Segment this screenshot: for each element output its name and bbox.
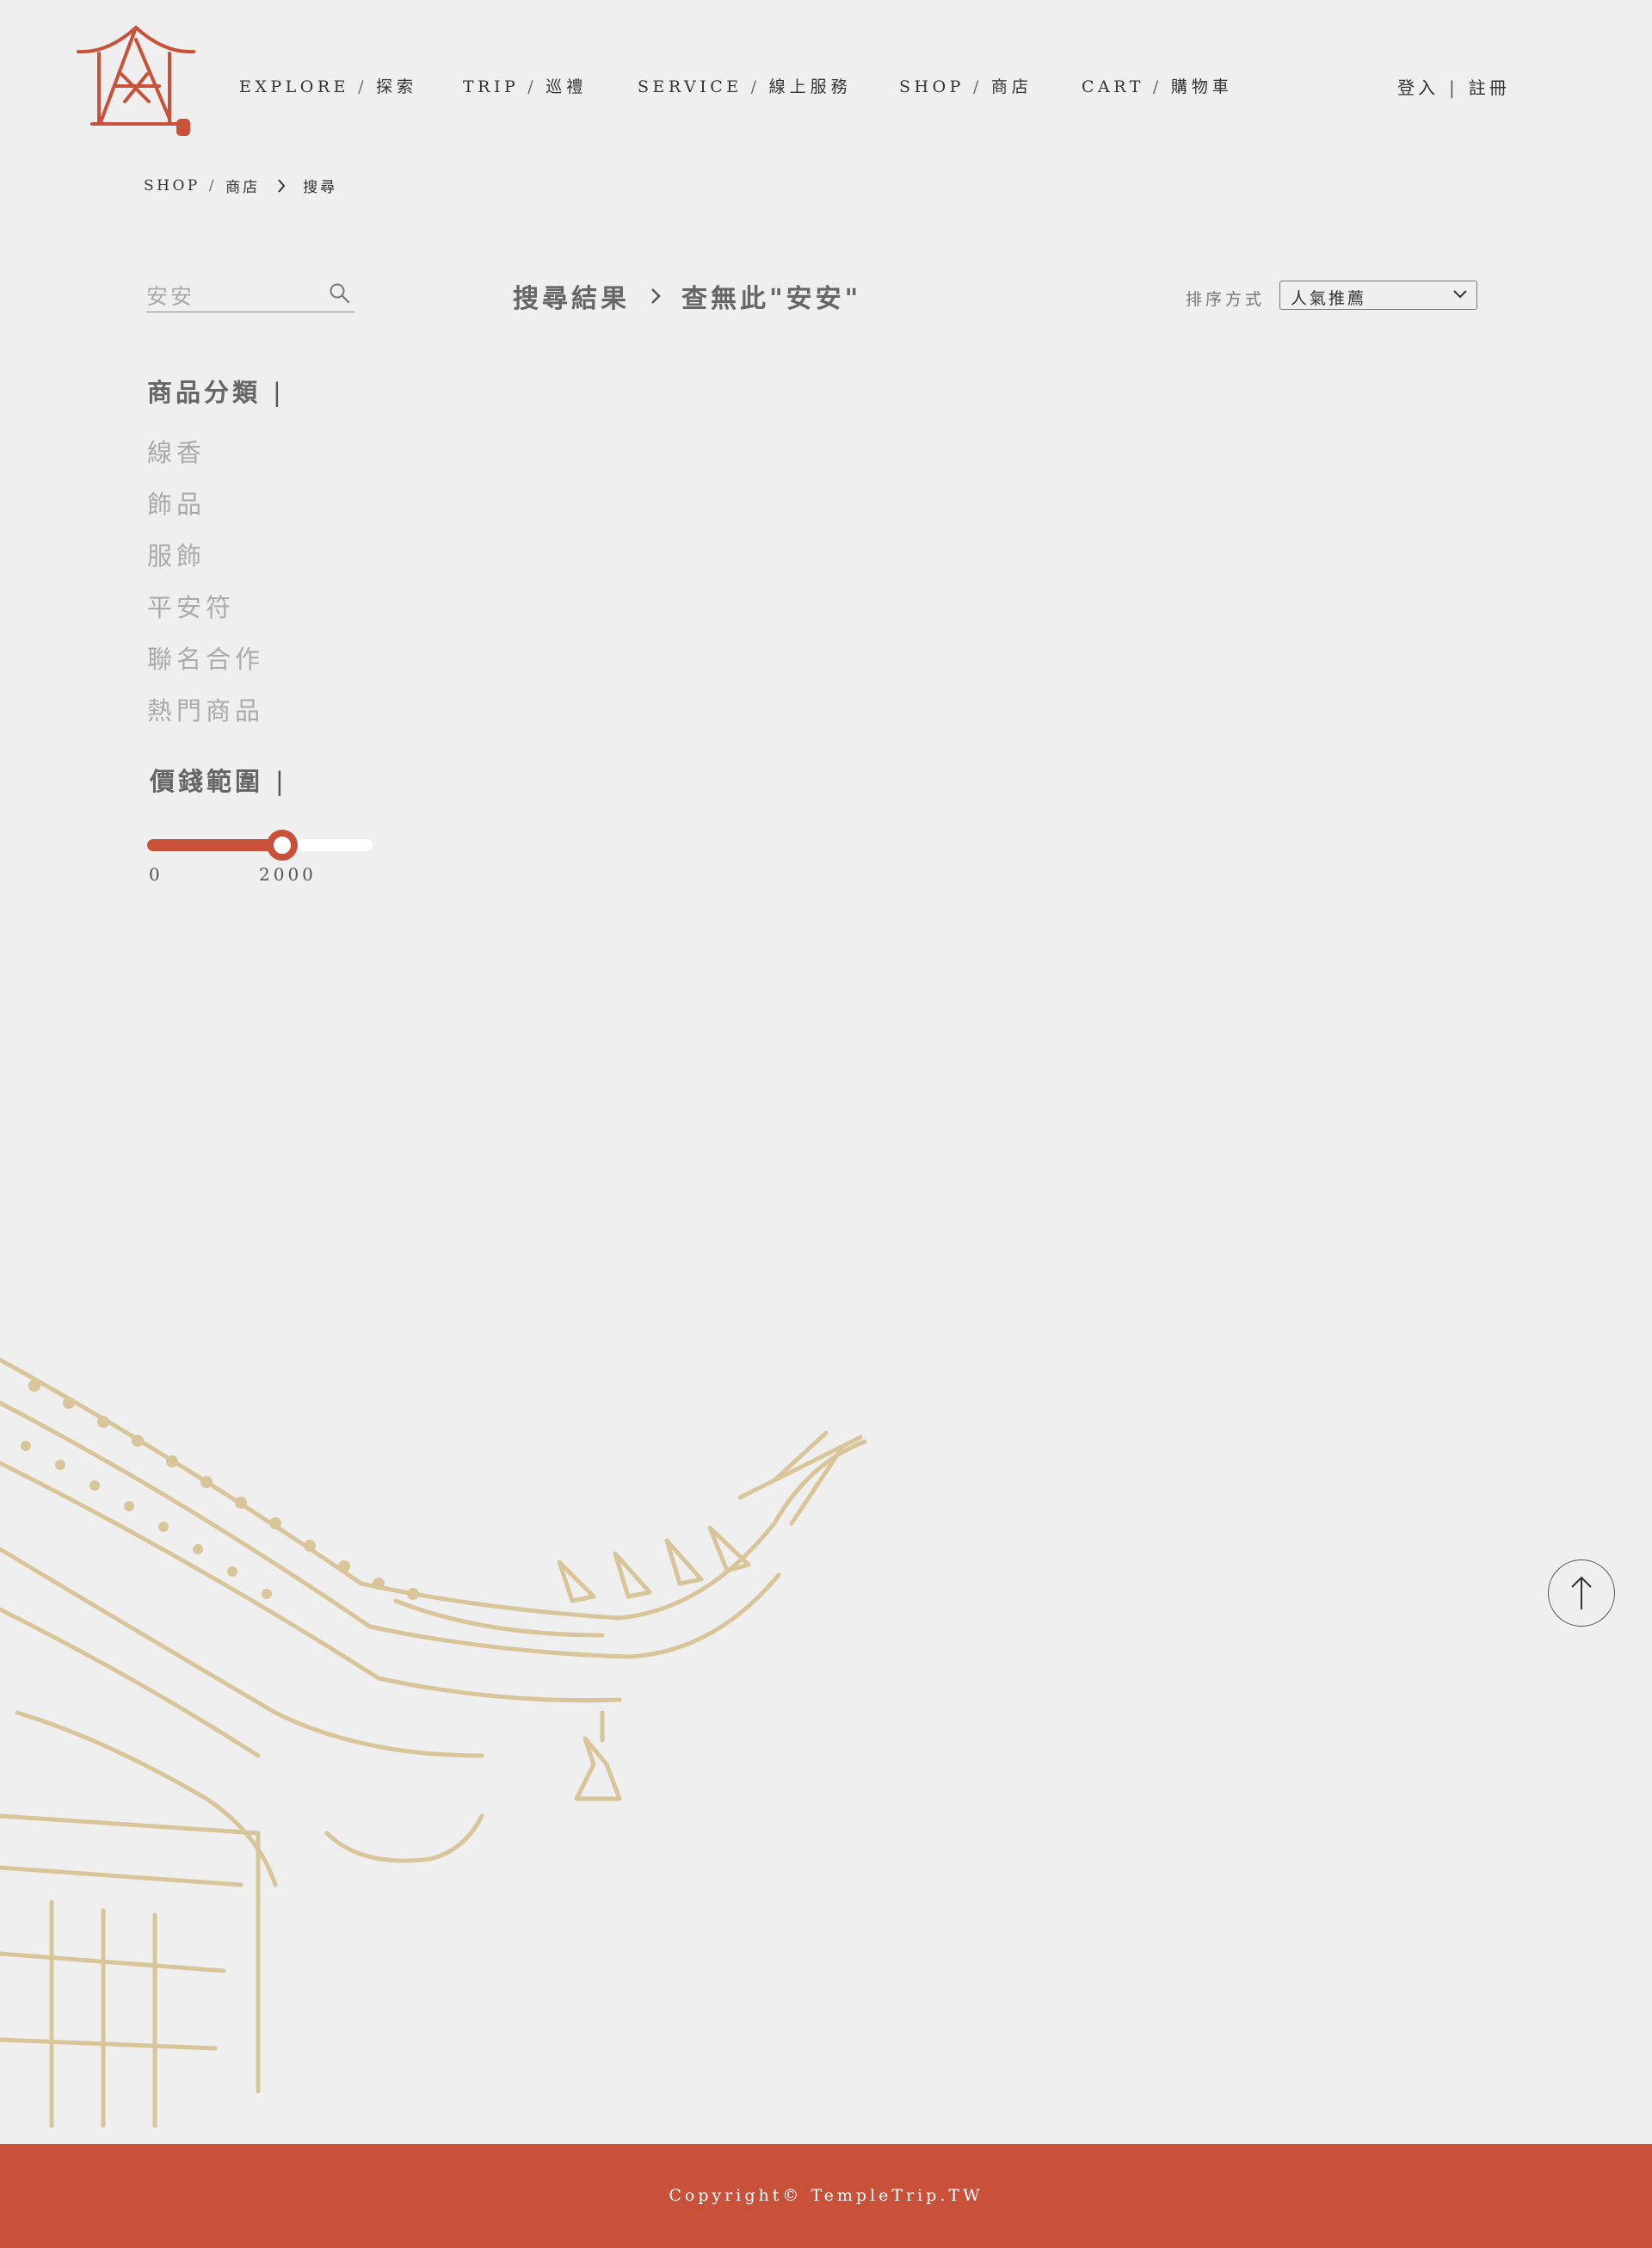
category-item-popular[interactable]: 熱門商品 — [147, 694, 264, 745]
chevron-right-icon — [651, 288, 661, 304]
nav-trip[interactable]: TRIP / 巡禮 — [463, 74, 587, 97]
back-to-top-button[interactable] — [1548, 1559, 1615, 1627]
category-heading-label: 商品分類 — [147, 378, 262, 407]
heading-divider: | — [275, 767, 287, 796]
category-list: 線香 飾品 服飾 平安符 聯名合作 熱門商品 — [147, 435, 264, 745]
temple-roof-illustration — [0, 1357, 867, 2128]
price-min-label: 0 — [149, 864, 163, 885]
auth-links: 登入 | 註冊 — [1397, 74, 1510, 99]
breadcrumb-current: 搜尋 — [303, 179, 338, 196]
nav-cart[interactable]: CART / 購物車 — [1082, 74, 1233, 97]
category-item-apparel[interactable]: 服飾 — [147, 539, 264, 590]
login-link[interactable]: 登入 — [1397, 77, 1439, 98]
price-max-label: 2000 — [259, 864, 317, 885]
sort-dropdown[interactable]: 人氣推薦 — [1279, 281, 1477, 310]
price-heading: 價錢範圍 | — [150, 762, 287, 798]
copyright-text: Copyright© TempleTrip.TW — [669, 2186, 983, 2205]
sort-label: 排序方式 — [1186, 290, 1266, 309]
arrow-up-icon — [1571, 1576, 1592, 1609]
nav-separator: / — [1152, 77, 1162, 96]
nav-label-zh: 購物車 — [1170, 77, 1233, 96]
auth-divider: | — [1449, 77, 1458, 98]
search-icon[interactable] — [329, 282, 351, 305]
breadcrumb-shop-zh[interactable]: 商店 — [225, 175, 260, 196]
nav-label-en: SERVICE — [638, 77, 743, 96]
search-box — [146, 281, 354, 312]
results-label: 搜尋結果 — [513, 284, 630, 314]
footer: Copyright© TempleTrip.TW — [0, 2144, 1652, 2248]
category-item-collab[interactable]: 聯名合作 — [147, 642, 264, 694]
results-message: 查無此"安安" — [681, 284, 862, 314]
sort-selected-value: 人氣推薦 — [1291, 289, 1367, 308]
nav-separator: / — [358, 77, 367, 96]
chevron-down-icon — [1453, 290, 1467, 299]
nav-shop[interactable]: SHOP / 商店 — [899, 74, 1032, 97]
category-heading: 商品分類 | — [147, 373, 285, 409]
nav-separator: / — [972, 77, 983, 96]
register-link[interactable]: 註冊 — [1469, 77, 1510, 98]
price-heading-label: 價錢範圍 — [150, 767, 264, 796]
nav-service[interactable]: SERVICE / 線上服務 — [638, 74, 852, 97]
search-results-heading: 搜尋結果 查無此"安安" — [513, 277, 861, 315]
price-slider-handle[interactable] — [267, 830, 299, 861]
nav-label-en: EXPLORE — [239, 77, 350, 96]
nav-label-en: TRIP — [463, 77, 520, 96]
nav-label-zh: 線上服務 — [768, 77, 852, 96]
chevron-right-icon — [278, 178, 286, 193]
nav-label-en: SHOP — [899, 77, 965, 96]
nav-label-zh: 商店 — [990, 77, 1032, 96]
search-input[interactable] — [146, 281, 318, 310]
nav-separator: / — [750, 77, 761, 96]
breadcrumb: SHOP / 商店 搜尋 — [144, 175, 338, 197]
category-item-accessories[interactable]: 飾品 — [147, 487, 264, 539]
heading-divider: | — [273, 378, 285, 407]
breadcrumb-shop-en[interactable]: SHOP — [144, 177, 200, 195]
nav-label-zh: 巡禮 — [546, 77, 588, 96]
category-item-amulet[interactable]: 平安符 — [147, 590, 264, 642]
price-slider-fill — [147, 839, 283, 851]
nav-separator: / — [527, 77, 538, 96]
breadcrumb-separator: / — [208, 176, 218, 195]
price-slider[interactable] — [147, 830, 373, 861]
nav-explore[interactable]: EXPLORE / 探索 — [239, 74, 417, 97]
category-item-incense[interactable]: 線香 — [147, 435, 264, 487]
nav-label-zh: 探索 — [375, 77, 417, 96]
nav-label-en: CART — [1082, 77, 1144, 96]
